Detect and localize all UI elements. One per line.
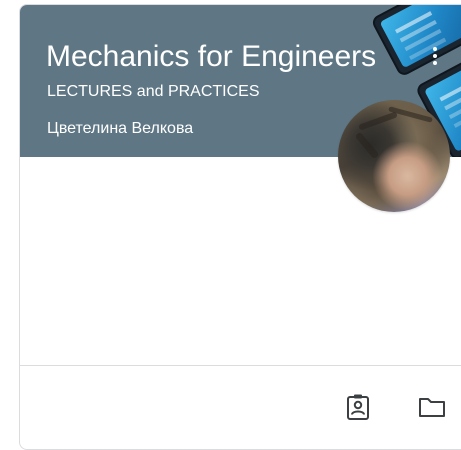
more-options-button[interactable] (423, 38, 447, 74)
card-divider (20, 365, 461, 366)
more-vert-icon (433, 47, 437, 51)
assignment-ind-icon (347, 394, 369, 420)
assignments-button[interactable] (342, 391, 374, 423)
folder-icon (419, 398, 445, 417)
course-card[interactable]: Mechanics for Engineers LECTURES and PRA… (19, 4, 461, 450)
teacher-avatar (338, 100, 450, 212)
class-drive-folder-button[interactable] (416, 391, 448, 423)
teacher-name: Цветелина Велкова (47, 120, 194, 137)
course-section: LECTURES and PRACTICES (47, 83, 260, 100)
course-title[interactable]: Mechanics for Engineers (46, 38, 386, 76)
